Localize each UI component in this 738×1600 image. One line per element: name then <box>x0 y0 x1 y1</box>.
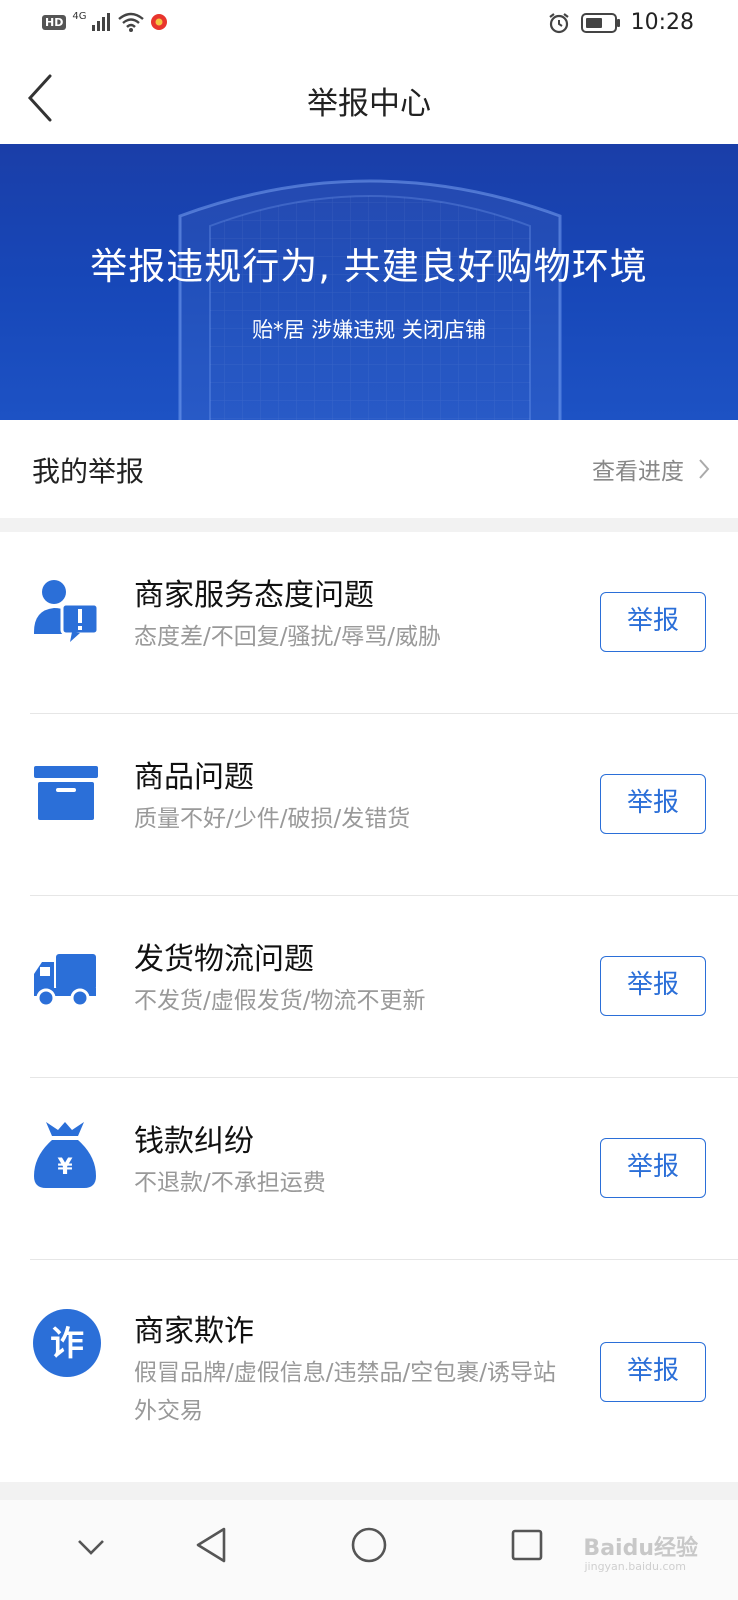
fraud-icon-text: 诈 <box>50 1324 84 1364</box>
app-notification-icon <box>151 14 168 30</box>
view-progress-link[interactable]: 查看进度 <box>592 452 710 486</box>
category-title: 商家服务态度问题 <box>134 578 374 613</box>
alarm-icon <box>548 12 569 33</box>
category-desc: 假冒品牌/虚假信息/违禁品/空包裹/诱导站外交易 <box>134 1360 556 1424</box>
category-title: 发货物流问题 <box>134 942 314 977</box>
system-nav-bar: Baidu经验 jingyan.baidu.com <box>0 1500 738 1600</box>
status-left: HD 4G <box>42 10 168 32</box>
nav-recents-icon[interactable] <box>510 1528 544 1562</box>
category-title: 钱款纠纷 <box>134 1124 254 1159</box>
report-button[interactable]: 举报 <box>600 1138 706 1198</box>
service-attitude-icon <box>34 580 100 642</box>
category-item-logistics: 发货物流问题 不发货/虚假发货/物流不更新 举报 <box>0 896 738 1078</box>
wifi-icon <box>118 12 145 32</box>
product-box-icon <box>34 766 98 820</box>
truck-icon <box>34 954 96 1008</box>
category-desc: 质量不好/少件/破损/发错货 <box>134 806 411 832</box>
page-title: 举报中心 <box>307 86 431 122</box>
category-item-service: 商家服务态度问题 态度差/不回复/骚扰/辱骂/威胁 举报 <box>0 532 738 714</box>
category-desc: 不发货/虚假发货/物流不更新 <box>134 988 426 1014</box>
chevron-down-icon[interactable] <box>76 1538 106 1556</box>
report-button[interactable]: 举报 <box>600 592 706 652</box>
status-bar: HD 4G 10:28 <box>0 0 738 50</box>
category-title: 商家欺诈 <box>134 1314 254 1349</box>
clock: 10:28 <box>630 10 694 35</box>
view-progress-label: 查看进度 <box>592 459 684 485</box>
banner: 举报违规行为, 共建良好购物环境 贻*居 涉嫌违规 关闭店铺 <box>0 144 738 420</box>
report-button[interactable]: 举报 <box>600 1342 706 1402</box>
report-button[interactable]: 举报 <box>600 956 706 1016</box>
chevron-right-icon <box>699 459 710 479</box>
nav-home-icon[interactable] <box>350 1526 388 1564</box>
shield-graphic <box>178 179 562 420</box>
hd-badge: HD <box>42 14 67 30</box>
signal-icon <box>92 13 111 31</box>
category-desc: 态度差/不回复/骚扰/辱骂/威胁 <box>134 624 441 650</box>
category-item-fraud: 诈 商家欺诈 假冒品牌/虚假信息/违禁品/空包裹/诱导站外交易 举报 <box>0 1260 738 1482</box>
nav-bar: 举报中心 <box>0 50 738 144</box>
status-right: 10:28 <box>547 10 694 35</box>
my-report-label: 我的举报 <box>32 455 145 488</box>
network-type: 4G <box>72 10 87 22</box>
nav-back-icon[interactable] <box>194 1526 228 1564</box>
watermark: Baidu经验 <box>583 1536 698 1561</box>
category-list: 商家服务态度问题 态度差/不回复/骚扰/辱骂/威胁 举报 商品问题 质量不好/少… <box>0 532 738 1482</box>
my-report-row[interactable]: 我的举报 查看进度 <box>0 420 738 518</box>
category-title: 商品问题 <box>134 760 254 795</box>
banner-subtitle: 贻*居 涉嫌违规 关闭店铺 <box>252 318 486 342</box>
watermark-sub: jingyan.baidu.com <box>584 1560 686 1573</box>
report-button[interactable]: 举报 <box>600 774 706 834</box>
battery-icon <box>580 12 620 33</box>
banner-title: 举报违规行为, 共建良好购物环境 <box>90 245 648 288</box>
svg-text:¥: ¥ <box>57 1155 73 1180</box>
category-desc: 不退款/不承担运费 <box>134 1170 326 1196</box>
category-item-product: 商品问题 质量不好/少件/破损/发错货 举报 <box>0 714 738 896</box>
fraud-icon: 诈 <box>33 1309 101 1377</box>
money-bag-icon: ¥ <box>34 1122 96 1188</box>
category-item-money: ¥ 钱款纠纷 不退款/不承担运费 举报 <box>0 1078 738 1260</box>
